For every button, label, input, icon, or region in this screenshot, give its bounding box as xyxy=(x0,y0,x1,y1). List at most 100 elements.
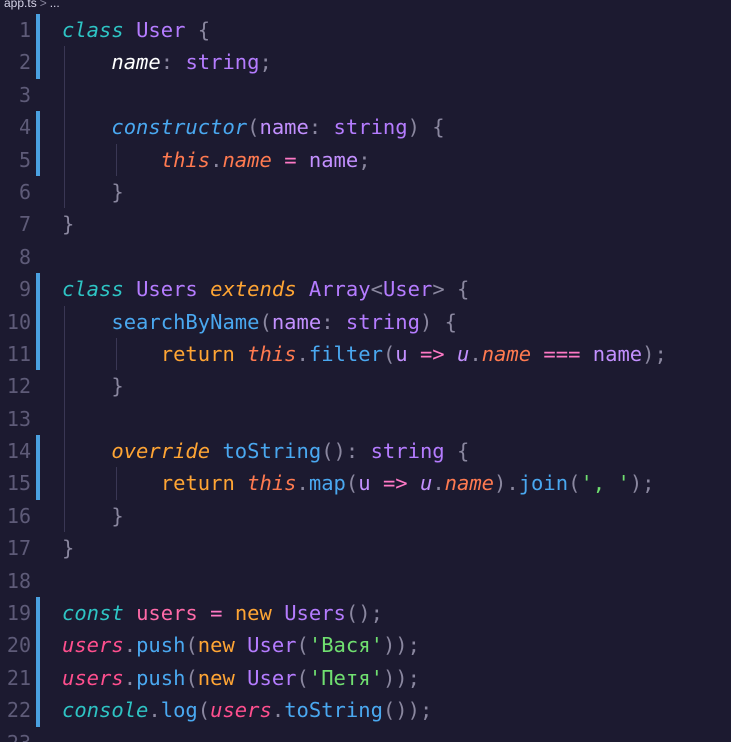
git-change-indicator[interactable] xyxy=(36,597,40,630)
code-editor[interactable]: 1 class User {2 name: string; 3 4 construct… xyxy=(0,14,731,742)
git-change-indicator[interactable] xyxy=(36,46,40,79)
code-text[interactable]: return this.map(u => u.name).join(', '); xyxy=(62,467,655,499)
line-number: 17 xyxy=(6,536,31,561)
code-text[interactable]: constructor(name: string) { xyxy=(62,111,444,143)
code-text[interactable]: } xyxy=(62,208,74,240)
code-token: ( xyxy=(185,633,198,658)
breadcrumb-ellipsis[interactable]: ... xyxy=(50,0,60,10)
code-token: string xyxy=(185,50,260,75)
code-line[interactable]: 9 class Users extends Array<User> { xyxy=(0,273,731,306)
code-token: ; xyxy=(259,50,272,75)
code-token: ( xyxy=(197,698,211,723)
code-token: users xyxy=(62,633,124,658)
code-line[interactable]: 14 override toString(): string { xyxy=(0,435,731,468)
git-change-indicator[interactable] xyxy=(36,337,40,371)
code-token: name xyxy=(222,147,272,172)
code-text[interactable]: } xyxy=(62,500,123,532)
code-token: ()); xyxy=(382,698,433,723)
code-token: . xyxy=(469,341,482,366)
git-change-indicator[interactable] xyxy=(36,694,40,727)
line-number: 18 xyxy=(6,568,31,593)
code-line[interactable]: 13 xyxy=(0,402,731,436)
code-line[interactable]: 15 return this.map(u => u.name).join(', … xyxy=(0,467,731,500)
git-change-indicator[interactable] xyxy=(36,111,40,144)
git-change-indicator[interactable] xyxy=(36,305,40,338)
git-change-indicator[interactable] xyxy=(36,14,40,47)
code-text[interactable]: users.push(new User('Петя')); xyxy=(62,662,420,694)
git-change-indicator[interactable] xyxy=(36,273,40,306)
code-line[interactable]: 10 searchByName(name: string) { xyxy=(0,305,731,338)
code-token: User xyxy=(247,665,297,690)
code-text[interactable]: name: string; xyxy=(62,46,272,78)
code-text[interactable]: console.log(users.toString()); xyxy=(62,694,432,726)
code-token: : xyxy=(160,50,174,75)
git-change-indicator[interactable] xyxy=(36,435,40,468)
code-token: name xyxy=(444,471,495,496)
line-number: 15 xyxy=(6,471,31,496)
code-line[interactable]: 3 xyxy=(0,78,731,112)
code-line[interactable]: 2 name: string; xyxy=(0,46,731,79)
code-text[interactable]: this.name = name; xyxy=(62,144,371,176)
code-token: { xyxy=(457,439,470,464)
code-line[interactable]: 8 xyxy=(0,241,731,273)
code-text[interactable]: class Users extends Array<User> { xyxy=(62,273,469,305)
code-line[interactable]: 7} xyxy=(0,208,731,240)
code-line[interactable]: 18 xyxy=(0,565,731,597)
git-change-indicator[interactable] xyxy=(36,143,40,176)
git-change-indicator[interactable] xyxy=(36,661,40,695)
code-token: (); xyxy=(345,601,383,626)
line-number: 8 xyxy=(18,244,31,269)
code-token: ( xyxy=(345,471,359,496)
code-token: u xyxy=(358,471,371,496)
line-number: 13 xyxy=(6,406,31,431)
code-token: )); xyxy=(382,665,420,690)
breadcrumb[interactable]: app.ts >... xyxy=(4,0,60,10)
code-token: ; xyxy=(358,147,371,172)
code-token: string xyxy=(370,439,445,464)
code-line[interactable]: 1 class User { xyxy=(0,14,731,47)
code-text[interactable]: class User { xyxy=(62,14,210,46)
code-token: ', ' xyxy=(580,471,630,496)
code-line[interactable]: 11 return this.filter(u => u.name === na… xyxy=(0,337,731,371)
code-token: User xyxy=(136,18,186,42)
code-line[interactable]: 4 constructor(name: string) { xyxy=(0,111,731,144)
code-token: users xyxy=(210,698,272,723)
code-line[interactable]: 12 } xyxy=(0,370,731,403)
code-text[interactable]: return this.filter(u => u.name === name)… xyxy=(62,338,667,370)
code-token: > xyxy=(432,277,445,302)
code-token: map xyxy=(308,471,346,496)
code-line[interactable]: 19 const users = new Users(); xyxy=(0,597,731,630)
code-line[interactable]: 17} xyxy=(0,532,731,564)
code-token: : xyxy=(321,309,334,334)
code-line[interactable]: 20 users.push(new User('Вася')); xyxy=(0,629,731,662)
git-change-indicator[interactable] xyxy=(36,629,40,662)
code-token: { xyxy=(444,309,457,334)
code-text[interactable]: override toString(): string { xyxy=(62,435,469,467)
code-line[interactable]: 6 } xyxy=(0,175,731,209)
code-line[interactable]: 22 console.log(users.toString()); xyxy=(0,694,731,727)
code-text[interactable]: } xyxy=(62,532,74,564)
code-text[interactable]: searchByName(name: string) { xyxy=(62,306,457,338)
code-text[interactable]: } xyxy=(62,176,123,208)
code-text[interactable]: } xyxy=(62,370,123,402)
breadcrumb-file[interactable]: app.ts xyxy=(4,0,37,10)
code-line[interactable]: 5 this.name = name; xyxy=(0,143,731,176)
code-line[interactable]: 23 xyxy=(0,727,731,742)
code-token: ( xyxy=(259,309,272,334)
code-text[interactable]: const users = new Users(); xyxy=(62,597,383,629)
code-text[interactable]: users.push(new User('Вася')); xyxy=(62,629,420,661)
code-token: return xyxy=(160,341,235,366)
code-line[interactable]: 21 users.push(new User('Петя')); xyxy=(0,661,731,695)
code-token: ). xyxy=(494,471,519,496)
code-line[interactable]: 16 } xyxy=(0,499,731,533)
code-token: Users xyxy=(136,277,198,302)
git-change-indicator[interactable] xyxy=(36,467,40,500)
code-token: constructor xyxy=(111,115,248,140)
line-number: 16 xyxy=(6,503,31,528)
